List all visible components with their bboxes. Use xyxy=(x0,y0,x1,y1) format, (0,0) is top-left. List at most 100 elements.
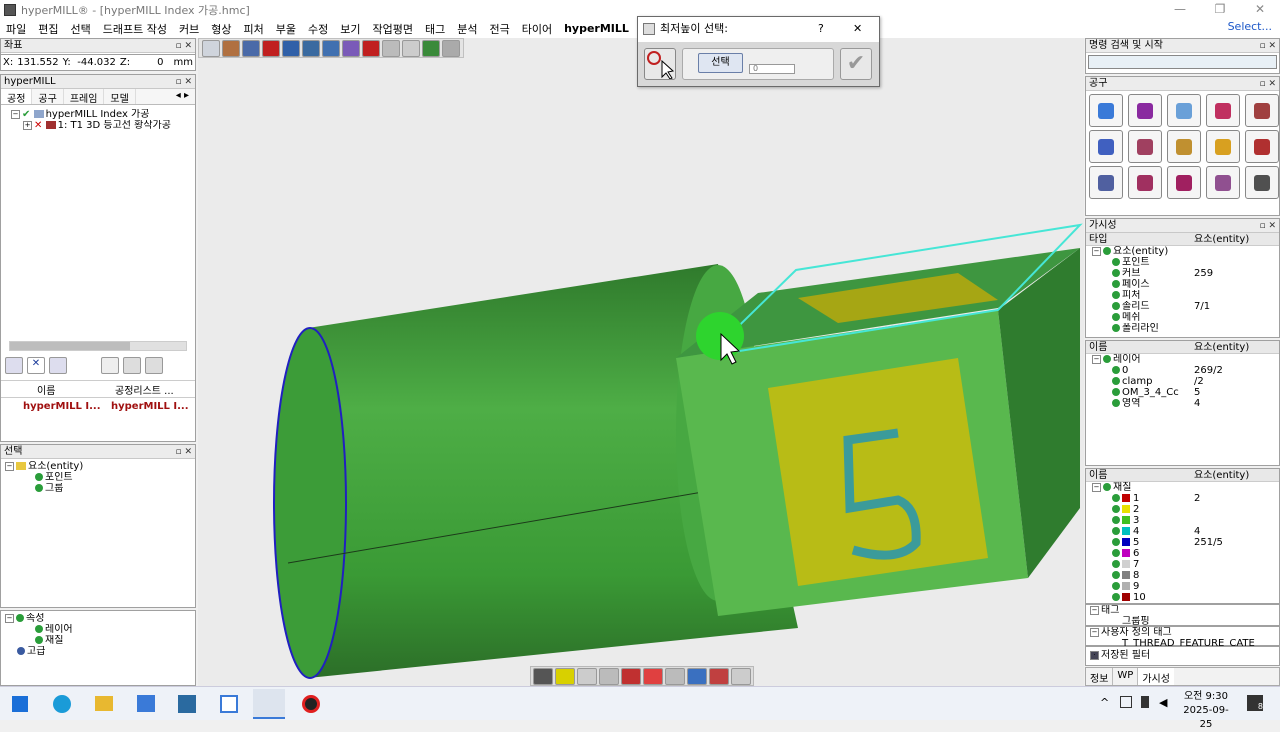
layer-row[interactable]: 0 269/2 xyxy=(1086,365,1279,376)
saved-filter[interactable]: · 저장된 필터 xyxy=(1086,647,1279,664)
tree-material[interactable]: 재질 xyxy=(5,635,191,646)
minimize-icon[interactable]: — xyxy=(1160,0,1200,19)
tool-button-8[interactable] xyxy=(1167,130,1201,163)
layer-row[interactable]: 영역 4 xyxy=(1086,398,1279,409)
material-row[interactable]: 6 xyxy=(1086,548,1279,559)
menu-item-0[interactable]: 파일 xyxy=(0,21,32,37)
delete-icon[interactable]: ✕ xyxy=(27,357,45,374)
material-row[interactable]: − 재질 xyxy=(1086,482,1279,493)
tool-button-5[interactable] xyxy=(1245,94,1279,127)
dialog-close-icon[interactable]: ✕ xyxy=(853,17,862,41)
cursor-icon[interactable] xyxy=(665,668,685,685)
tray-chevron-icon[interactable]: ^ xyxy=(1100,696,1109,709)
info-icon[interactable] xyxy=(322,40,340,57)
paint-icon[interactable] xyxy=(687,668,707,685)
menu-item-13[interactable]: 전극 xyxy=(483,21,515,37)
snap-icon[interactable] xyxy=(621,668,641,685)
material-row[interactable]: 12 xyxy=(1086,493,1279,504)
collapse-icon[interactable]: − xyxy=(11,109,20,119)
save-icon[interactable] xyxy=(242,40,260,57)
tool-button-14[interactable] xyxy=(1206,166,1240,199)
ok-check-icon[interactable]: ✔ xyxy=(840,48,872,80)
add-process-icon[interactable] xyxy=(5,357,23,374)
layer-row[interactable]: OM_3_4_Cc 5 xyxy=(1086,387,1279,398)
new-icon[interactable] xyxy=(202,40,220,57)
repeat-icon[interactable] xyxy=(402,40,420,57)
visibility-row[interactable]: 커브 259 xyxy=(1086,268,1279,279)
panel-close-icon[interactable]: ▫ ✕ xyxy=(1259,219,1276,233)
tab-info[interactable]: 정보 xyxy=(1086,668,1114,685)
volume-icon[interactable]: ◀ xyxy=(1159,696,1167,709)
tab-visibility[interactable]: 가시성 xyxy=(1138,668,1174,685)
tree-entity[interactable]: − 요소(entity) xyxy=(5,461,191,472)
menu-item-10[interactable]: 작업평면 xyxy=(366,21,418,37)
visibility-row[interactable]: 폴리라인 xyxy=(1086,323,1279,334)
help-icon[interactable]: ? xyxy=(818,17,824,41)
store-icon[interactable] xyxy=(137,695,155,712)
model-view[interactable]: 5 xyxy=(198,38,1084,686)
gear-icon[interactable] xyxy=(282,40,300,57)
mic-icon[interactable] xyxy=(1141,696,1149,708)
shade-icon[interactable] xyxy=(533,668,553,685)
edit-icon[interactable] xyxy=(709,668,729,685)
clock[interactable]: 오전 9:30 2025-09-25 xyxy=(1178,690,1234,732)
material-row[interactable]: 2 xyxy=(1086,504,1279,515)
undo-icon[interactable] xyxy=(362,40,380,57)
highlight-icon[interactable] xyxy=(555,668,575,685)
settings-app-icon[interactable] xyxy=(178,695,196,713)
visibility-row[interactable]: 피처 xyxy=(1086,290,1279,301)
open-icon[interactable] xyxy=(222,40,240,57)
warning-icon[interactable] xyxy=(442,40,460,57)
record-icon[interactable] xyxy=(302,695,320,713)
tool-button-3[interactable] xyxy=(1167,94,1201,127)
tool-button-2[interactable] xyxy=(1128,94,1162,127)
panel-close-icon[interactable]: ▫ ✕ xyxy=(175,445,192,459)
close-icon[interactable]: ✕ xyxy=(1240,0,1280,19)
menu-item-9[interactable]: 보기 xyxy=(334,21,366,37)
book-icon[interactable] xyxy=(262,40,280,57)
measure-icon[interactable] xyxy=(302,40,320,57)
app-icon-d[interactable] xyxy=(220,695,238,713)
menu-item-2[interactable]: 선택 xyxy=(65,21,97,37)
tree-user-tag[interactable]: − 사용자 정의 태그 xyxy=(1090,627,1279,638)
material-row[interactable]: 7 xyxy=(1086,559,1279,570)
edge-icon[interactable] xyxy=(53,695,71,713)
menu-item-6[interactable]: 피처 xyxy=(237,21,269,37)
visibility-row[interactable]: 메쉬 xyxy=(1086,312,1279,323)
windows-start-icon[interactable] xyxy=(12,696,28,712)
material-row[interactable]: 3 xyxy=(1086,515,1279,526)
material-row[interactable]: 10 xyxy=(1086,592,1279,603)
command-search-input[interactable] xyxy=(1088,55,1277,69)
visibility-row[interactable]: 포인트 xyxy=(1086,257,1279,268)
hypermill-task-icon[interactable] xyxy=(253,689,285,719)
notification-icon[interactable]: 8 xyxy=(1247,695,1263,711)
tree-layer[interactable]: 레이어 xyxy=(5,624,191,635)
tree-group[interactable]: 그룹 xyxy=(5,483,191,494)
material-row[interactable]: 5 251/5 xyxy=(1086,537,1279,548)
menu-item-8[interactable]: 수정 xyxy=(302,21,334,37)
network-icon[interactable] xyxy=(1120,696,1132,708)
tree-item-operation[interactable]: + ✕ 1: T1 3D 등고선 황삭가공 xyxy=(11,120,195,131)
tool-button-15[interactable] xyxy=(1245,166,1279,199)
layer-icon[interactable] xyxy=(422,40,440,57)
brush-icon[interactable] xyxy=(599,668,619,685)
menu-item-12[interactable]: 분석 xyxy=(451,21,483,37)
layer-row[interactable]: clamp/2 xyxy=(1086,376,1279,387)
tree-advanced[interactable]: 고급 xyxy=(5,646,191,657)
tab-frame[interactable]: 프레임 xyxy=(64,89,105,105)
file-explorer-icon[interactable] xyxy=(95,696,113,711)
menu-item-1[interactable]: 편집 xyxy=(32,21,64,37)
tool-button-4[interactable] xyxy=(1206,94,1240,127)
menu-item-3[interactable]: 드래프트 작성 xyxy=(97,21,173,37)
grid-icon[interactable] xyxy=(643,668,663,685)
height-value[interactable]: 0 xyxy=(749,64,795,74)
menu-item-5[interactable]: 형상 xyxy=(205,21,237,37)
tool-button-6[interactable] xyxy=(1089,130,1123,163)
menu-item-7[interactable]: 부울 xyxy=(270,21,302,37)
tool-button-12[interactable] xyxy=(1128,166,1162,199)
visibility-row[interactable]: 페이스 xyxy=(1086,279,1279,290)
job-list-row[interactable]: hyperMILL I... hyperMILL I... xyxy=(1,401,195,412)
calc-icon[interactable] xyxy=(49,357,67,374)
tree-tag[interactable]: − 태그 xyxy=(1090,605,1279,616)
select-button[interactable]: 선택 xyxy=(698,53,743,73)
